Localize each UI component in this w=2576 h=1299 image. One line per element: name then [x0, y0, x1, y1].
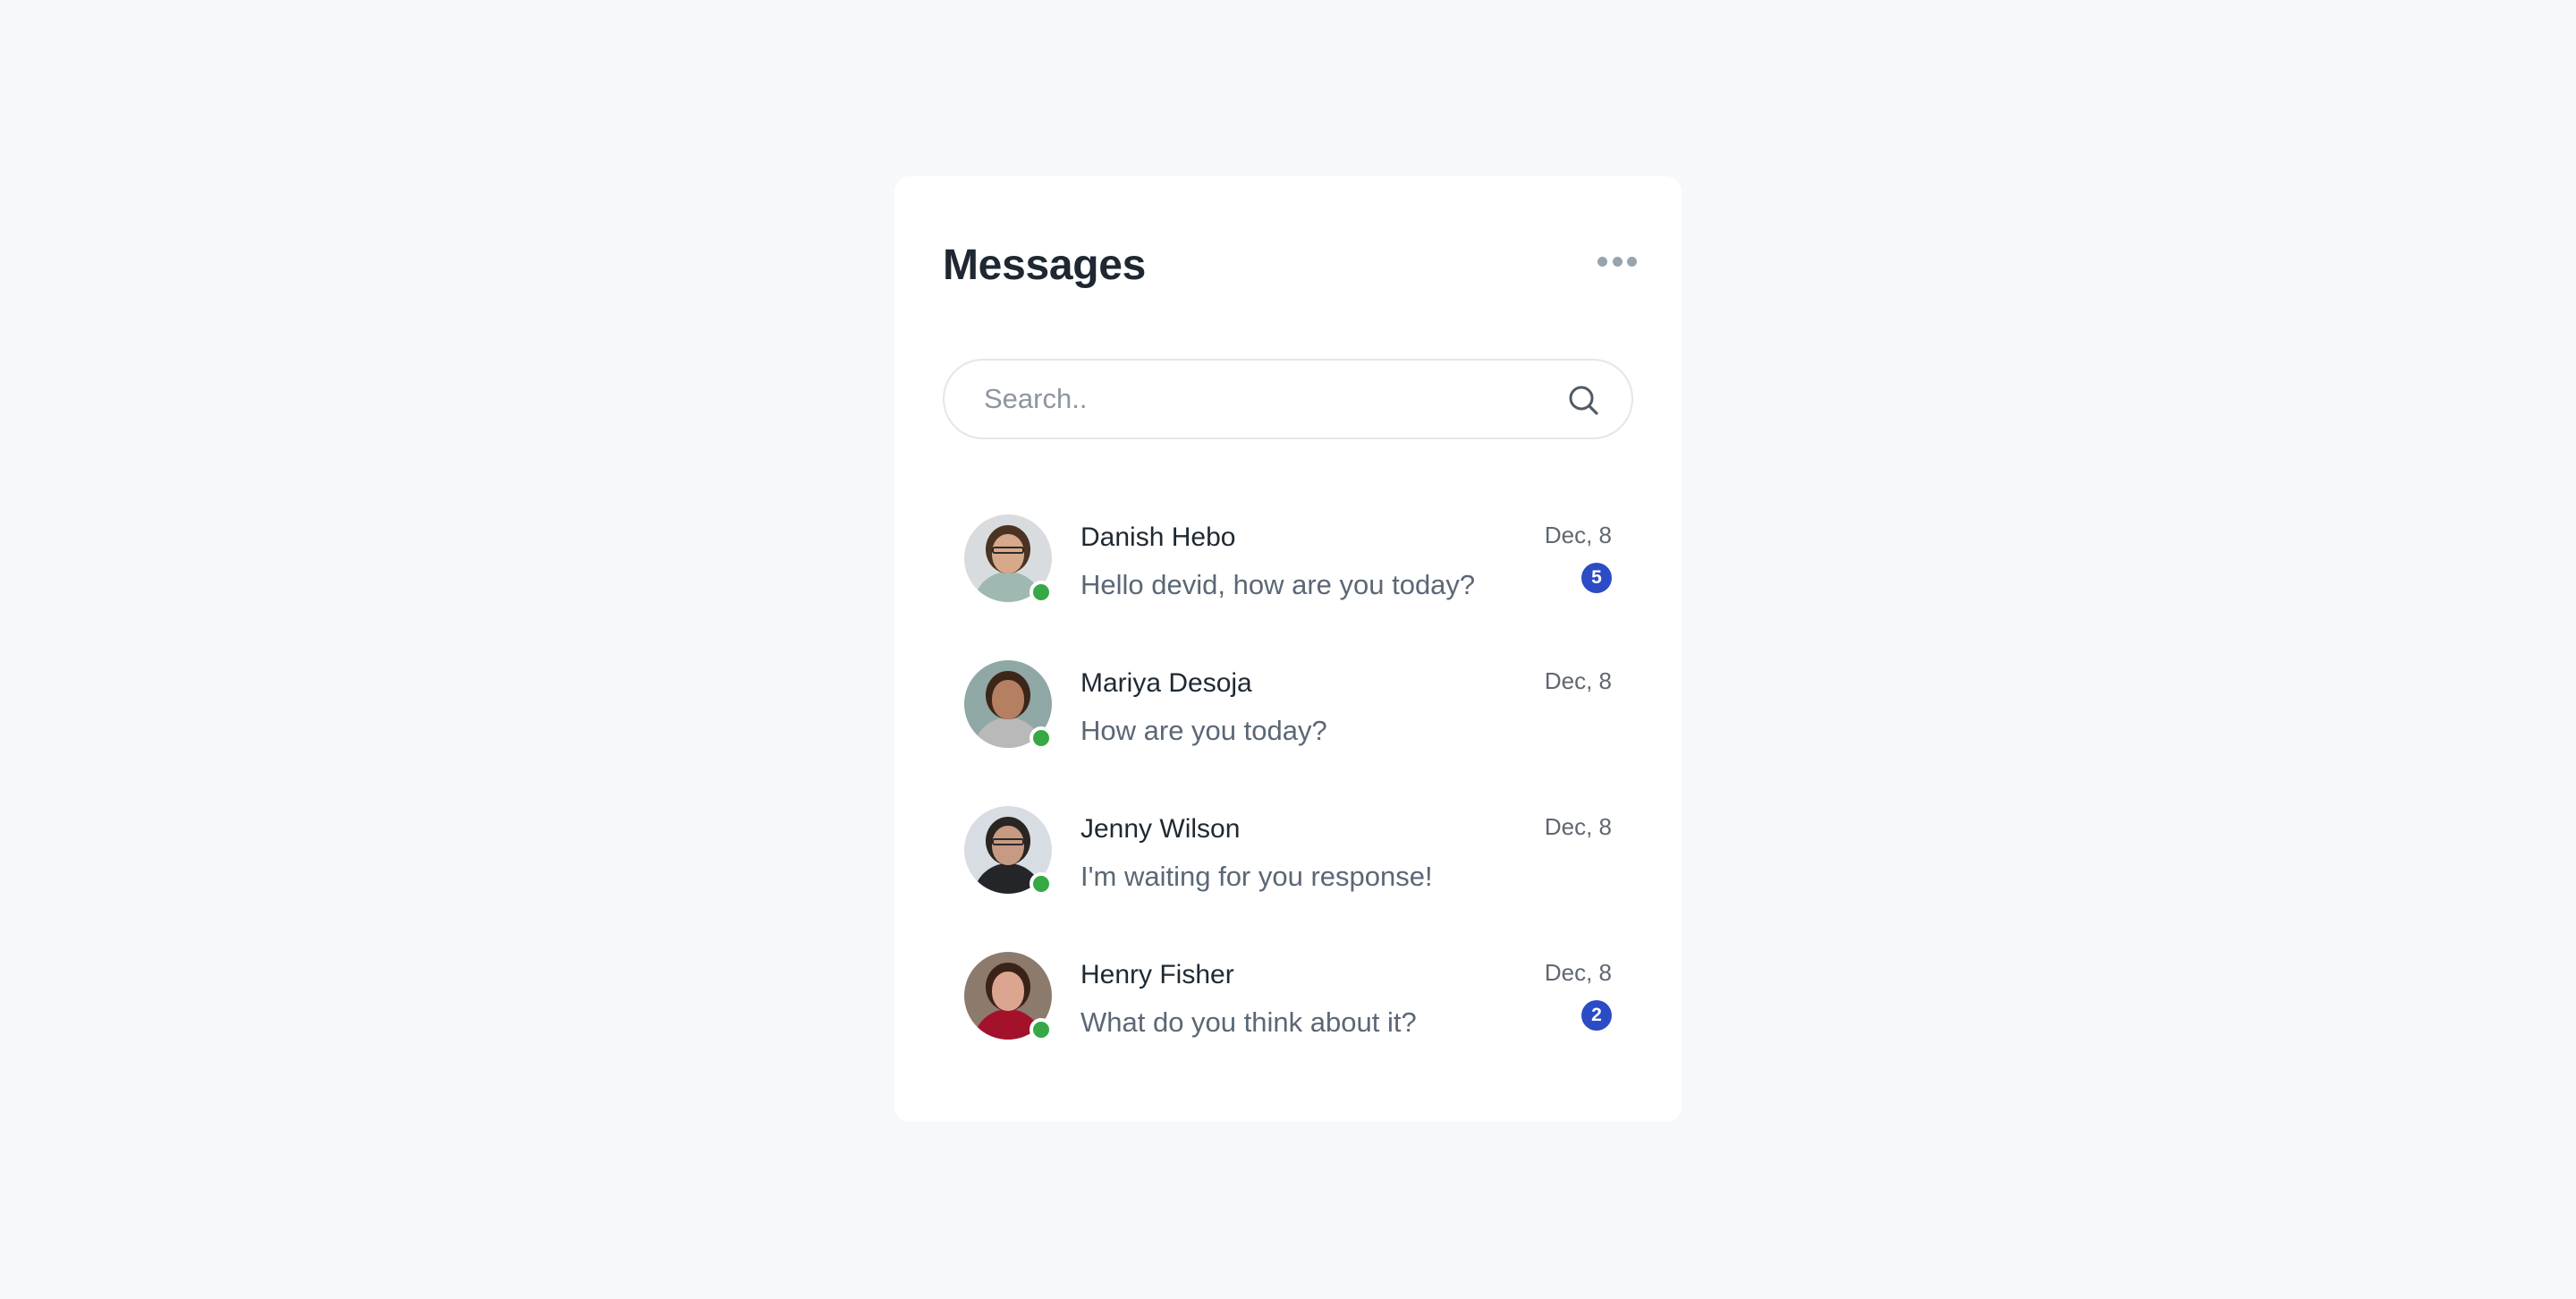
message-date: Dec, 8	[1544, 959, 1612, 986]
contact-name: Mariya Desoja	[1080, 668, 1252, 698]
search-icon[interactable]	[1567, 384, 1601, 418]
page-title: Messages	[943, 242, 1147, 289]
message-preview: How are you today?	[1080, 715, 1327, 746]
online-status-icon	[1030, 581, 1053, 604]
contact-name: Jenny Wilson	[1080, 814, 1241, 844]
online-status-icon	[1030, 872, 1053, 896]
search-input[interactable]	[984, 361, 1521, 437]
conversation-item[interactable]: Mariya Desoja How are you today? Dec, 8	[964, 660, 1612, 806]
contact-name: Henry Fisher	[1080, 960, 1234, 989]
message-date: Dec, 8	[1544, 813, 1612, 840]
conversation-item[interactable]: Henry Fisher What do you think about it?…	[964, 952, 1612, 1098]
conversation-list: Danish Hebo Hello devid, how are you tod…	[964, 514, 1612, 1098]
message-date: Dec, 8	[1544, 667, 1612, 694]
message-preview: What do you think about it?	[1080, 1006, 1417, 1038]
unread-count-badge: 5	[1581, 563, 1612, 593]
more-options-button[interactable]	[1597, 252, 1637, 270]
message-date: Dec, 8	[1544, 522, 1612, 548]
search-box	[943, 359, 1633, 439]
message-preview: Hello devid, how are you today?	[1080, 569, 1476, 600]
conversation-item[interactable]: Danish Hebo Hello devid, how are you tod…	[964, 514, 1612, 660]
unread-count-badge: 2	[1581, 1000, 1612, 1031]
message-preview: I'm waiting for you response!	[1080, 861, 1433, 892]
more-horizontal-icon	[1597, 256, 1607, 267]
online-status-icon	[1030, 726, 1053, 750]
more-horizontal-icon	[1612, 256, 1623, 267]
messages-card: Messages Danish Hebo Hello devid, how ar…	[894, 176, 1682, 1122]
online-status-icon	[1030, 1018, 1053, 1041]
more-horizontal-icon	[1627, 256, 1637, 267]
contact-name: Danish Hebo	[1080, 522, 1236, 552]
conversation-item[interactable]: Jenny Wilson I'm waiting for you respons…	[964, 806, 1612, 952]
